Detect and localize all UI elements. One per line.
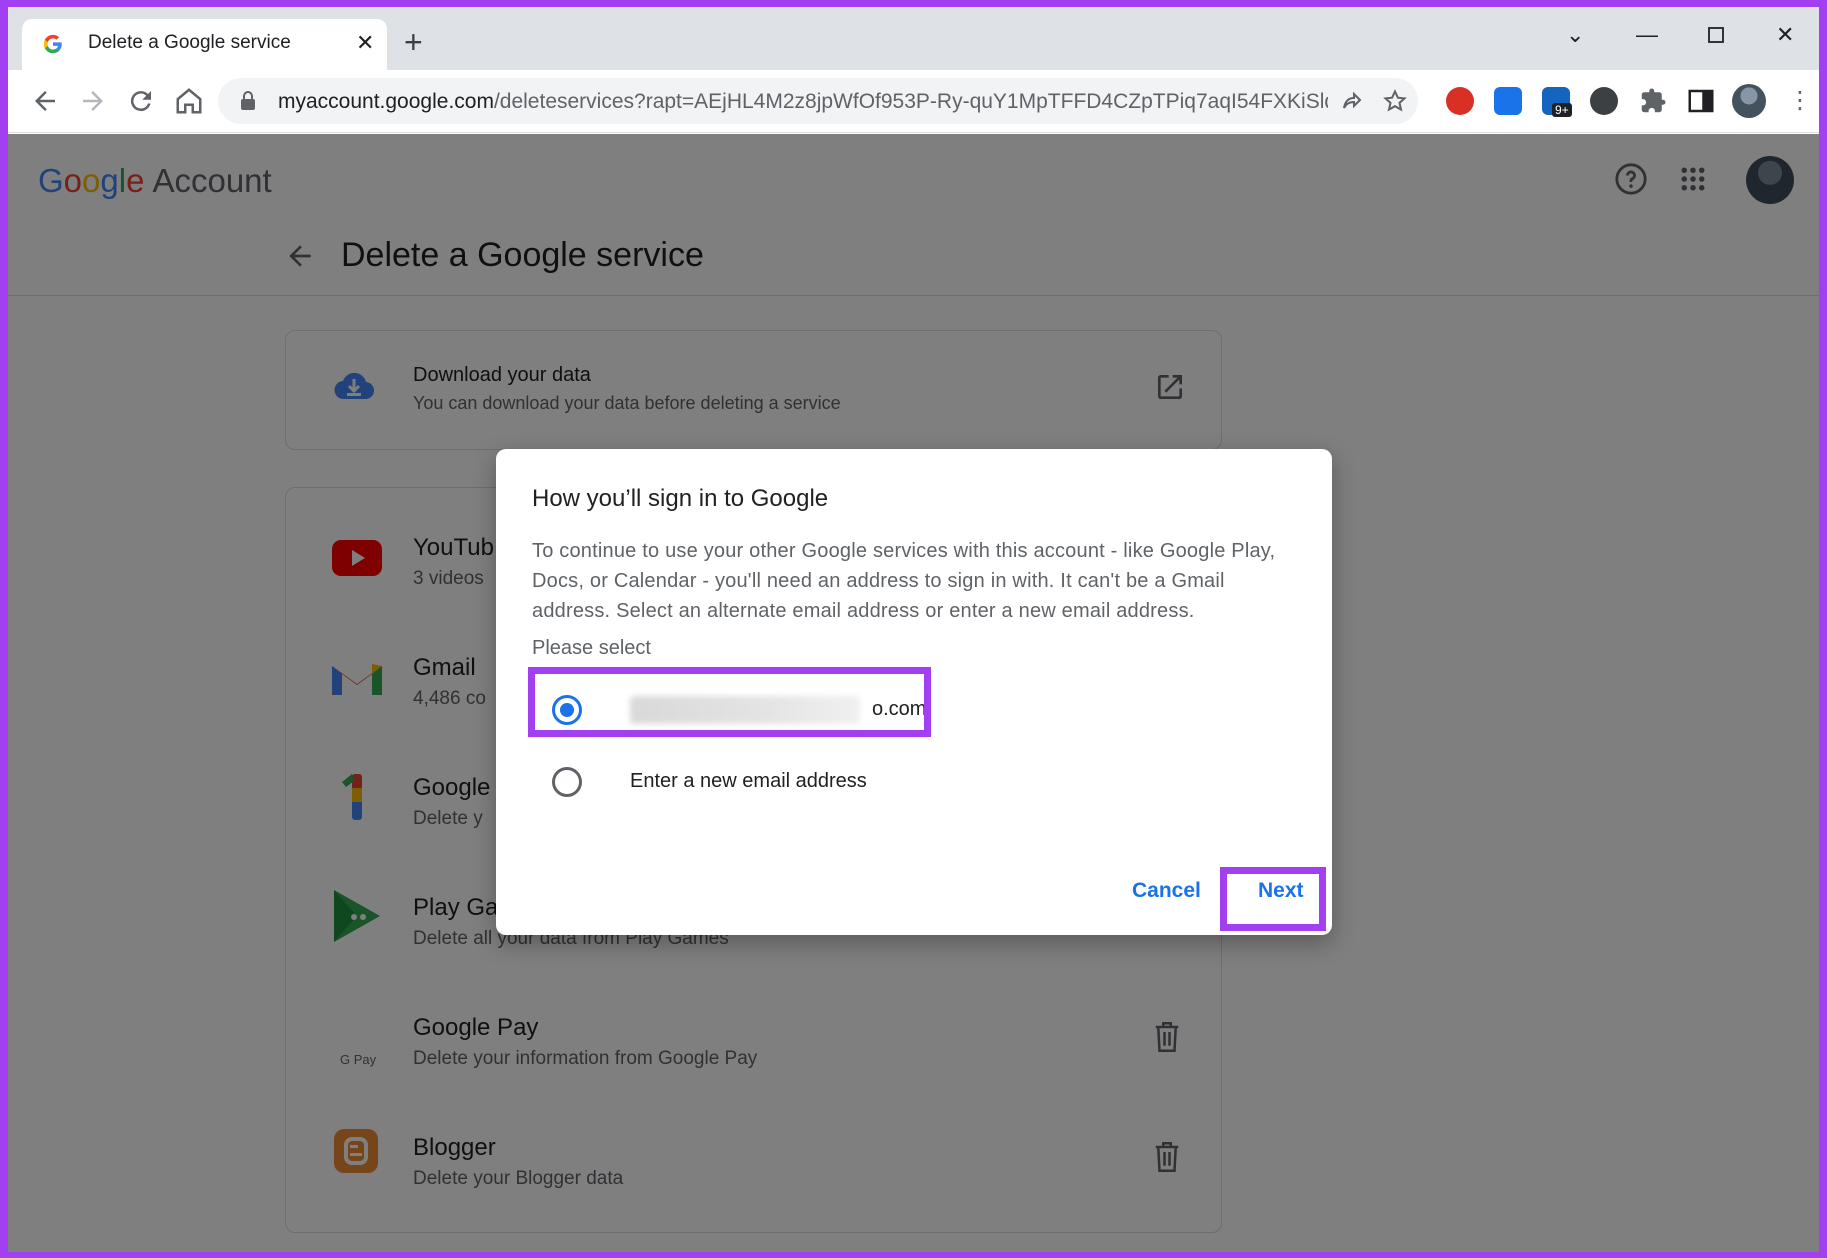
extension-notes-icon[interactable]: 9+ [1542, 87, 1572, 117]
cancel-button[interactable]: Cancel [1132, 879, 1201, 903]
window-close-icon[interactable]: ✕ [1776, 21, 1794, 49]
profile-avatar[interactable] [1732, 84, 1766, 118]
extension-j-icon[interactable] [1494, 87, 1522, 115]
dialog-body: To continue to use your other Google ser… [532, 540, 1276, 622]
dialog-select-label: Please select [532, 637, 651, 659]
forward-icon[interactable] [78, 86, 108, 116]
share-icon[interactable] [1340, 89, 1364, 113]
radio-unselected[interactable] [552, 767, 582, 797]
bookmark-star-icon[interactable] [1383, 89, 1407, 113]
back-icon[interactable] [30, 86, 60, 116]
dialog-title: How you’ll sign in to Google [532, 485, 829, 512]
lock-icon[interactable] [240, 91, 256, 111]
highlight-box [528, 667, 931, 737]
browser-tab[interactable]: Delete a Google service ✕ [22, 19, 387, 70]
tab-close-icon[interactable]: ✕ [356, 31, 374, 55]
new-email-label: Enter a new email address [630, 770, 867, 792]
browser-window: Delete a Google service ✕ + ⌄ — ✕ myacco… [8, 7, 1819, 1252]
address-bar[interactable]: myaccount.google.com/deleteservices?rapt… [218, 78, 1418, 124]
home-icon[interactable] [174, 86, 204, 116]
side-panel-icon[interactable] [1686, 86, 1716, 116]
minimize-icon[interactable]: — [1636, 21, 1658, 49]
browser-menu-icon[interactable]: ⋮ [1788, 86, 1812, 115]
extension-spy-icon[interactable] [1590, 87, 1618, 115]
tab-search-icon[interactable]: ⌄ [1566, 21, 1584, 49]
extension-badge: 9+ [1552, 103, 1572, 117]
tab-title: Delete a Google service [88, 32, 291, 53]
highlight-box [1220, 867, 1326, 931]
google-favicon-icon [43, 34, 62, 54]
new-tab-button[interactable]: + [404, 26, 423, 58]
adblock-extension-icon[interactable] [1446, 87, 1474, 115]
browser-toolbar: myaccount.google.com/deleteservices?rapt… [8, 70, 1819, 133]
reload-icon[interactable] [126, 86, 156, 116]
tab-strip: Delete a Google service ✕ + ⌄ — ✕ [8, 7, 1819, 70]
url-text[interactable]: myaccount.google.com/deleteservices?rapt… [278, 90, 1328, 114]
page-content: GoogleAccount Delete a Google service Do… [8, 134, 1819, 1252]
sign-in-dialog: How you’ll sign in to Google To continue… [496, 449, 1332, 935]
maximize-icon[interactable] [1708, 27, 1724, 43]
extensions-puzzle-icon[interactable] [1638, 86, 1668, 116]
email-option-new[interactable]: Enter a new email address [552, 762, 952, 802]
